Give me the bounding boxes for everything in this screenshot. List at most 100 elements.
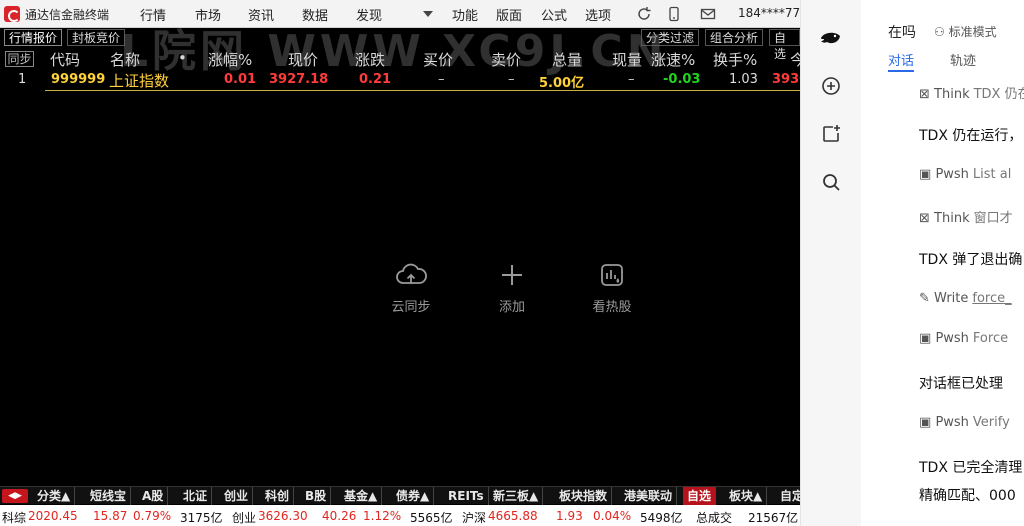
btab-custom[interactable]: 自定 xyxy=(776,487,800,505)
chat-title: 在吗 xyxy=(888,25,916,41)
pencil-icon: ✎ xyxy=(919,291,930,306)
tool-pwsh-3[interactable]: ▣ Pwsh Verify xyxy=(919,415,1010,430)
btab-funds[interactable]: 基金▲ xyxy=(340,487,383,505)
tool-pwsh-1[interactable]: ▣ Pwsh List al xyxy=(919,167,1011,182)
hot-stock-label: 看热股 xyxy=(592,300,632,315)
tab-active-indicator xyxy=(888,70,914,72)
status-chuangye-value: 3626.30 xyxy=(258,509,308,523)
col-name[interactable]: 名称 xyxy=(110,49,140,70)
btab-sector-index[interactable]: 板块指数 xyxy=(555,487,613,505)
new-window-icon[interactable] xyxy=(819,122,843,146)
btab-kechuang[interactable]: 科创 xyxy=(261,487,295,505)
app-logo-icon xyxy=(4,6,20,22)
btab-watchlist[interactable]: 自选 xyxy=(683,487,717,505)
search-icon[interactable] xyxy=(819,170,843,194)
btab-category[interactable]: 分类▲ xyxy=(33,487,76,505)
row-change: 0.21 xyxy=(359,72,392,87)
hot-stock-button[interactable]: 看热股 xyxy=(577,260,647,315)
tab-trajectory[interactable]: 轨迹 xyxy=(950,50,976,69)
col-code[interactable]: 代码 xyxy=(50,49,80,70)
tool-think-1[interactable]: ⊠ ThinkTDX 仍在运行 xyxy=(919,83,1024,102)
mail-icon[interactable] xyxy=(700,6,716,22)
col-change-pct[interactable]: 涨幅% xyxy=(208,49,252,70)
row-cur-vol: – xyxy=(628,72,635,87)
menu-discover[interactable]: 发现 xyxy=(356,5,382,24)
cloud-sync-button[interactable]: 云同步 xyxy=(376,260,446,315)
btab-short-line[interactable]: 短线宝 xyxy=(86,487,132,505)
tool-write-1[interactable]: ✎ Write force_ xyxy=(919,291,1012,306)
chat-panel: 在吗 ⚇ 标准模式 对话 轨迹 ⊠ ThinkTDX 仍在运行 TDX 仍在运行… xyxy=(800,0,1024,526)
btab-sector[interactable]: 板块▲ xyxy=(725,487,768,505)
btab-a-shares[interactable]: A股 xyxy=(138,487,169,505)
row-volume: 5.00亿 xyxy=(539,76,585,91)
cloud-sync-label: 云同步 xyxy=(391,300,431,315)
btab-chuangye[interactable]: 创业 xyxy=(220,487,254,505)
phone-icon[interactable] xyxy=(666,6,682,22)
btab-b-shares[interactable]: B股 xyxy=(301,487,332,505)
status-chuangye-change: 40.26 xyxy=(322,509,357,523)
add-button[interactable]: 添加 xyxy=(477,260,547,315)
row-name: 上证指数 xyxy=(109,72,170,90)
index-status-bar: 科综 2020.45 15.87 0.79% 3175亿 创业 3626.30 … xyxy=(0,505,800,526)
tab-limit-auction[interactable]: 封板竞价 xyxy=(67,29,126,46)
col-price[interactable]: 现价 xyxy=(288,49,318,70)
tab-portfolio-analysis[interactable]: 组合分析 xyxy=(705,29,764,46)
col-bid[interactable]: 买价 xyxy=(423,49,453,70)
menu-market[interactable]: 市场 xyxy=(195,5,221,24)
table-row[interactable]: 1 999999 上证指数 0.01 3927.18 0.21 – – 5.00… xyxy=(0,70,800,91)
btab-beizheng[interactable]: 北证 xyxy=(179,487,213,505)
menu-formula[interactable]: 公式 xyxy=(541,5,567,24)
menu-data[interactable]: 数据 xyxy=(302,5,328,24)
row-speed: -0.03 xyxy=(663,72,701,87)
row-price: 3927.18 xyxy=(269,72,329,87)
status-hushen-pct: 0.04% xyxy=(593,509,632,523)
hot-stock-icon xyxy=(577,260,647,290)
status-kechuang-pct: 0.79% xyxy=(133,509,172,523)
menu-options[interactable]: 选项 xyxy=(585,5,611,24)
menu-bar: 通达信金融终端 行情 市场 资讯 数据 发现 功能 版面 公式 选项 184**… xyxy=(0,0,800,28)
col-dot: • xyxy=(178,49,187,67)
chat-message-5: 精确匹配、000 xyxy=(919,488,1016,504)
col-turnover[interactable]: 换手% xyxy=(713,49,757,70)
btab-reits[interactable]: REITs xyxy=(444,487,489,505)
tab-nav-arrows-icon[interactable]: ◀▶ xyxy=(2,489,28,503)
row-bid: – xyxy=(438,72,445,87)
col-volume[interactable]: 总量 xyxy=(552,49,582,70)
btab-new-third-board[interactable]: 新三板▲ xyxy=(489,487,544,505)
btab-bonds[interactable]: 债券▲ xyxy=(392,487,435,505)
menu-layout[interactable]: 版面 xyxy=(496,5,522,24)
mode-icon: ⚇ xyxy=(934,25,949,39)
chat-sidebar xyxy=(801,0,861,526)
refresh-icon[interactable] xyxy=(636,6,652,22)
new-chat-icon[interactable] xyxy=(819,74,843,98)
tool-pwsh-2[interactable]: ▣ Pwsh Force xyxy=(919,331,1008,346)
think-icon: ⊠ xyxy=(919,211,930,226)
whale-logo-icon[interactable] xyxy=(819,26,843,50)
menu-news[interactable]: 资讯 xyxy=(248,5,274,24)
col-cur-vol[interactable]: 现量 xyxy=(612,49,642,70)
tab-watchlist[interactable]: 自选 xyxy=(769,29,800,61)
col-ask[interactable]: 卖价 xyxy=(491,49,521,70)
status-hushen-value: 4665.88 xyxy=(488,509,538,523)
col-change[interactable]: 涨跌 xyxy=(355,49,385,70)
think-icon: ⊠ xyxy=(919,87,930,102)
row-selection-line xyxy=(45,90,800,91)
menu-dropdown-icon[interactable] xyxy=(423,11,433,17)
chat-message-3: 对话框已处理 xyxy=(919,376,1003,392)
tab-conversation[interactable]: 对话 xyxy=(888,50,914,69)
row-index: 1 xyxy=(18,72,27,87)
mode-selector[interactable]: ⚇ 标准模式 xyxy=(934,23,997,40)
status-kechuang-label: 科综 xyxy=(2,511,27,525)
col-open[interactable]: 今 xyxy=(790,49,800,70)
menu-functions[interactable]: 功能 xyxy=(452,5,478,24)
status-hushen-label: 沪深 xyxy=(462,511,487,525)
col-speed[interactable]: 涨速% xyxy=(651,49,695,70)
user-account[interactable]: 184****779 xyxy=(738,6,800,20)
btab-hk-us-link[interactable]: 港美联动 xyxy=(620,487,678,505)
status-chuangye-amount: 5565亿 xyxy=(410,511,453,525)
chat-main: 在吗 ⚇ 标准模式 对话 轨迹 ⊠ ThinkTDX 仍在运行 TDX 仍在运行… xyxy=(861,0,1024,526)
tool-think-2[interactable]: ⊠ Think 窗口才 xyxy=(919,207,1013,226)
terminal-icon: ▣ xyxy=(919,167,932,182)
tab-quotes[interactable]: 行情报价 xyxy=(4,29,63,46)
menu-quotes[interactable]: 行情 xyxy=(140,5,166,24)
